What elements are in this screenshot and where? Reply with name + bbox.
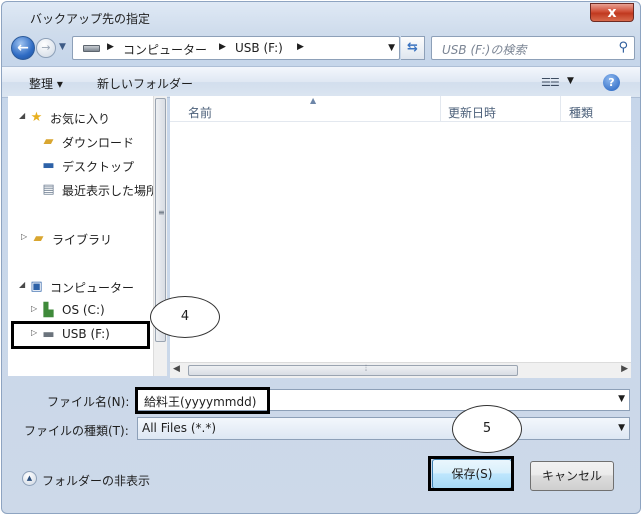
address-bar[interactable]: ▶ コンピューター ▶ USB (F:) ▶ ▼ xyxy=(72,36,400,60)
tree-item-usb-drive[interactable]: ▷ ▬ USB (F:) xyxy=(8,325,153,345)
grip-icon: ≡ xyxy=(158,208,165,217)
tree-item-label: OS (C:) xyxy=(62,303,105,317)
column-header-name[interactable]: 名前 xyxy=(188,104,212,121)
cancel-button[interactable]: キャンセル xyxy=(530,461,614,491)
tree-item-label: ライブラリ xyxy=(52,233,113,247)
view-options-icon[interactable]: ☰☰ xyxy=(541,76,560,89)
save-button[interactable]: 保存(S) xyxy=(432,459,512,489)
organize-button[interactable]: 整理 ▾ xyxy=(29,75,63,92)
tree-item-libraries[interactable]: ▷ ▰ ライブラリ xyxy=(8,229,153,249)
refresh-button[interactable]: ⇆ xyxy=(401,36,425,60)
tree-item-label: コンピューター xyxy=(50,281,135,295)
expand-icon[interactable]: ▷ xyxy=(31,328,37,337)
history-dropdown-icon[interactable]: ▼ xyxy=(59,42,66,52)
collapse-circle-icon: ▲ xyxy=(22,471,37,486)
expand-icon[interactable]: ▷ xyxy=(31,304,37,313)
tree-item-label: 最近表示した場所 xyxy=(62,184,153,198)
search-input[interactable]: USB (F:)の検索 xyxy=(442,41,526,58)
tree-item-favorites[interactable]: ◢ ★ お気に入り xyxy=(8,108,153,128)
filetype-label: ファイルの種類(T): xyxy=(24,424,129,438)
chevron-down-icon[interactable]: ▼ xyxy=(618,394,625,404)
grip-icon: ⦙ xyxy=(365,364,368,374)
download-folder-icon: ▰ xyxy=(43,134,54,149)
recent-places-icon: ▤ xyxy=(42,182,55,197)
os-drive-icon: ▙ xyxy=(43,303,54,318)
tree-item-recent-places[interactable]: ▤ 最近表示した場所 xyxy=(8,180,153,200)
tree-item-desktop[interactable]: ▬ デスクトップ xyxy=(8,156,153,176)
tree-item-label: ダウンロード xyxy=(62,136,135,150)
search-box[interactable]: USB (F:)の検索 ⚲ xyxy=(431,36,635,60)
refresh-icon: ⇆ xyxy=(407,40,418,55)
breadcrumb-usb[interactable]: USB (F:) xyxy=(235,41,283,55)
expand-icon[interactable]: ▷ xyxy=(21,232,27,241)
horizontal-scrollbar[interactable]: ◀ ⦙ ▶ xyxy=(170,362,631,378)
filename-input[interactable]: 給料王(yyyymmdd) xyxy=(144,393,256,410)
star-icon: ★ xyxy=(30,110,43,125)
forward-button[interactable]: → xyxy=(36,38,56,58)
usb-drive-icon: ▬ xyxy=(42,327,55,342)
tree-item-label: お気に入り xyxy=(50,112,111,126)
tree-item-label: デスクトップ xyxy=(62,160,135,174)
desktop-icon: ▬ xyxy=(42,158,55,173)
callout-step-4: 4 xyxy=(150,296,220,338)
filetype-select[interactable]: All Files (*.*) ▼ xyxy=(137,417,630,440)
search-icon[interactable]: ⚲ xyxy=(618,40,628,55)
filename-label: ファイル名(N): xyxy=(47,395,130,409)
navigation-bar: ← → ▼ ▶ コンピューター ▶ USB (F:) ▶ ▼ ⇆ USB (F:… xyxy=(2,33,640,63)
new-folder-button[interactable]: 新しいフォルダー xyxy=(97,75,193,92)
column-headers: ▲ 名前 更新日時 種類 xyxy=(170,96,631,122)
drive-icon xyxy=(83,45,100,52)
collapse-icon[interactable]: ◢ xyxy=(19,280,25,289)
column-header-type[interactable]: 種類 xyxy=(569,104,593,121)
back-button[interactable]: ← xyxy=(11,36,35,60)
chevron-down-icon[interactable]: ▼ xyxy=(618,423,625,433)
column-header-modified[interactable]: 更新日時 xyxy=(448,104,496,121)
view-dropdown-icon[interactable]: ▼ xyxy=(567,76,574,86)
tree-item-downloads[interactable]: ▰ ダウンロード xyxy=(8,132,153,152)
scroll-left-icon[interactable]: ◀ xyxy=(173,364,180,374)
help-button[interactable]: ? xyxy=(603,74,620,91)
library-icon: ▰ xyxy=(33,231,44,246)
title-bar: バックアップ先の指定 x xyxy=(2,2,640,32)
column-divider[interactable] xyxy=(560,96,561,122)
scrollbar-thumb[interactable]: ⦙ xyxy=(188,364,518,376)
tree-item-os-drive[interactable]: ▷ ▙ OS (C:) xyxy=(8,301,153,321)
window-title: バックアップ先の指定 xyxy=(30,12,151,26)
close-button[interactable]: x xyxy=(590,3,634,22)
computer-icon: ▣ xyxy=(30,279,43,294)
sort-ascending-icon: ▲ xyxy=(310,96,317,105)
filetype-value: All Files (*.*) xyxy=(142,421,217,435)
tree-item-computer[interactable]: ◢ ▣ コンピューター xyxy=(8,277,153,297)
hide-folders-label: フォルダーの非表示 xyxy=(42,474,151,488)
chevron-right-icon[interactable]: ▶ xyxy=(219,42,226,52)
chevron-right-icon[interactable]: ▶ xyxy=(297,42,304,52)
navigation-pane[interactable]: ◢ ★ お気に入り ▰ ダウンロード ▬ デスクトップ ▤ 最近表示した場所 ▷… xyxy=(8,96,153,376)
filename-field[interactable]: 給料王(yyyymmdd) ▼ xyxy=(137,389,630,411)
address-dropdown-icon[interactable]: ▼ xyxy=(388,43,395,53)
chevron-right-icon[interactable]: ▶ xyxy=(107,42,114,52)
breadcrumb-computer[interactable]: コンピューター xyxy=(123,41,207,58)
collapse-icon[interactable]: ◢ xyxy=(19,111,25,120)
column-divider[interactable] xyxy=(440,96,441,122)
tree-item-label: USB (F:) xyxy=(62,327,110,341)
command-toolbar: 整理 ▾ 新しいフォルダー ☰☰ ▼ ? xyxy=(2,66,640,98)
callout-step-5: 5 xyxy=(452,405,522,453)
file-list-pane[interactable]: ▲ 名前 更新日時 種類 xyxy=(170,96,631,365)
scroll-right-icon[interactable]: ▶ xyxy=(621,364,628,374)
